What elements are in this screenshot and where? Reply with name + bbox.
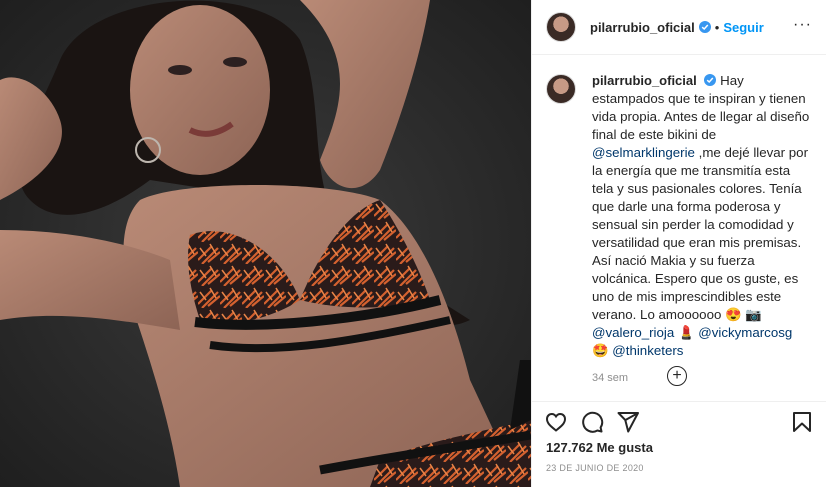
more-options-button[interactable]: ··· (793, 16, 812, 34)
mention-link[interactable]: @selmarklingerie (592, 145, 695, 160)
post-side-panel: pilarrubio_oficial • Seguir ··· pilarrub… (531, 0, 826, 487)
caption-emoji: 🤩 (592, 343, 609, 358)
post-age[interactable]: 34 sem (592, 372, 812, 384)
caption-row: pilarrubio_oficial Hay estampados que te… (546, 72, 812, 360)
comments-area: pilarrubio_oficial Hay estampados que te… (532, 56, 826, 401)
plus-circle-icon[interactable]: + (667, 366, 687, 386)
bookmark-icon[interactable] (790, 410, 814, 434)
photo-illustration (0, 0, 531, 487)
likes-count[interactable]: 127.762 Me gusta (546, 440, 653, 455)
comment-icon[interactable] (580, 410, 604, 434)
mention-link[interactable]: @thinketers (612, 343, 683, 358)
mention-link[interactable]: @vickymarcosg (698, 325, 792, 340)
follow-button[interactable]: Seguir (723, 20, 763, 35)
post-header: pilarrubio_oficial • Seguir ··· (532, 0, 826, 55)
mention-link[interactable]: @valero_rioja (592, 325, 674, 340)
load-more-label: + (672, 367, 682, 384)
caption-avatar[interactable] (546, 74, 576, 104)
verified-badge-icon (698, 21, 711, 33)
action-bar (532, 401, 826, 441)
heart-icon[interactable] (544, 410, 568, 434)
caption-username[interactable]: pilarrubio_oficial (592, 73, 697, 88)
separator-dot: • (714, 19, 720, 35)
post-date[interactable]: 23 DE JUNIO DE 2020 (546, 463, 644, 473)
post-photo[interactable] (0, 0, 531, 487)
share-icon[interactable] (616, 410, 640, 434)
caption-text: pilarrubio_oficial Hay estampados que te… (592, 72, 812, 360)
avatar[interactable] (546, 12, 576, 42)
verified-badge-icon (704, 74, 717, 86)
caption-emoji: 💄 (677, 325, 695, 340)
header-username[interactable]: pilarrubio_oficial (590, 20, 695, 35)
caption-body-2: ,me dejé llevar por la energía que me tr… (592, 145, 809, 322)
